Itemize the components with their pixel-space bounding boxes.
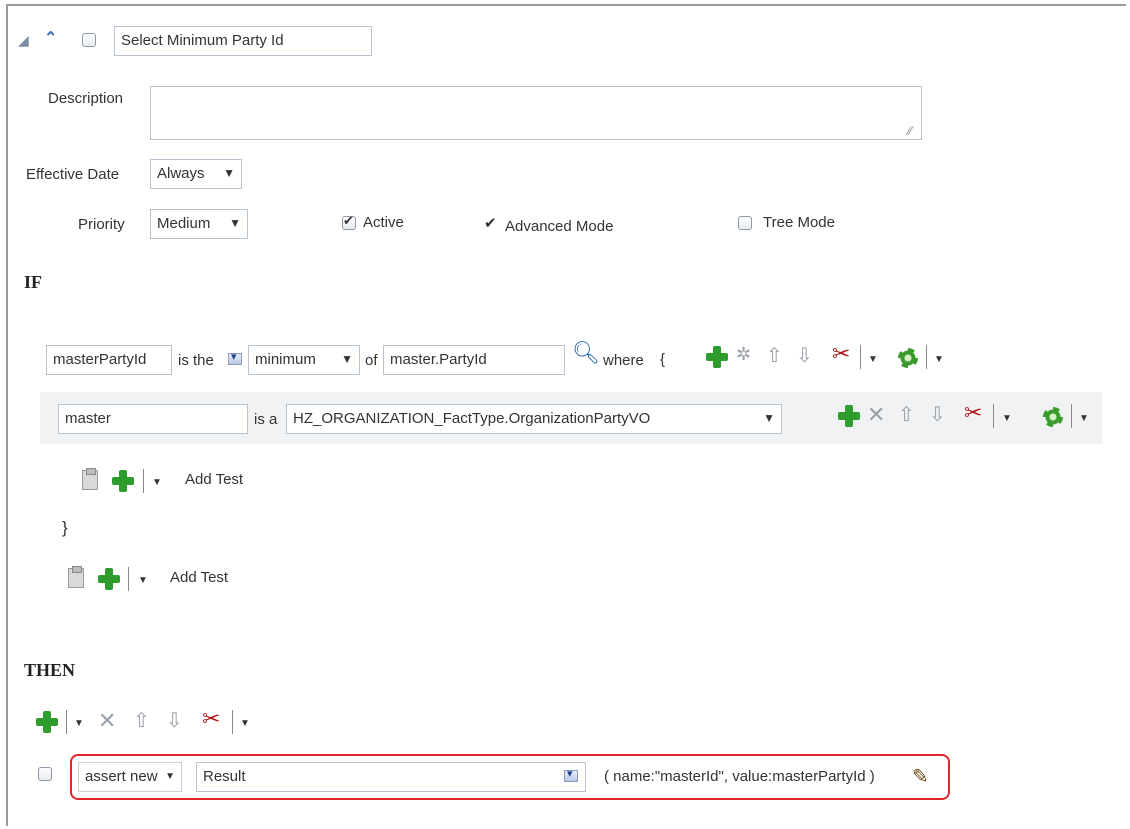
- description-textarea[interactable]: [150, 86, 922, 140]
- up-arrow-icon[interactable]: ⇧: [766, 343, 783, 368]
- then-heading: THEN: [24, 660, 76, 680]
- effective-date-select[interactable]: Always ▼: [150, 159, 242, 189]
- plus-icon[interactable]: [838, 405, 860, 427]
- delete-icon[interactable]: ✕: [98, 708, 116, 734]
- chevron-down-icon[interactable]: ▼: [74, 718, 84, 729]
- variable-name-field[interactable]: masterPartyId: [46, 345, 172, 375]
- target-dropdown-icon[interactable]: [564, 767, 578, 782]
- is-the-label: is the: [178, 352, 214, 369]
- rule-select-checkbox[interactable]: [82, 33, 96, 47]
- advanced-mode-label[interactable]: Advanced Mode: [505, 218, 613, 235]
- priority-select[interactable]: Medium ▼: [150, 209, 248, 239]
- cut-scissors-icon[interactable]: ✂: [832, 341, 850, 367]
- operator-dropdown-icon[interactable]: [228, 350, 242, 365]
- priority-value: Medium: [157, 215, 211, 232]
- edit-pencil-icon[interactable]: ✎: [912, 764, 929, 789]
- chevron-down-icon: ▼: [229, 216, 241, 230]
- plus-icon[interactable]: [706, 346, 728, 368]
- effective-date-value: Always: [157, 165, 205, 182]
- toolbar-separator: [66, 710, 67, 734]
- chevron-down-icon[interactable]: ▼: [240, 718, 250, 729]
- close-brace: }: [62, 518, 68, 537]
- active-checkbox[interactable]: [342, 213, 356, 230]
- paste-clipboard-icon[interactable]: [82, 468, 98, 490]
- action-target-field[interactable]: Result: [196, 762, 586, 792]
- toolbar-separator: [993, 404, 994, 428]
- effective-date-label: Effective Date: [26, 166, 120, 183]
- down-arrow-icon[interactable]: ⇩: [796, 343, 813, 368]
- active-label: Active: [363, 214, 404, 231]
- chevron-down-icon: ▼: [165, 771, 175, 782]
- chevron-down-icon[interactable]: ▼: [138, 575, 148, 586]
- toolbar-separator: [232, 710, 233, 734]
- toolbar-separator: [1071, 404, 1072, 428]
- aggregate-select[interactable]: minimum ▼: [248, 345, 360, 375]
- toolbar-separator: [143, 469, 144, 493]
- add-test-outer-link[interactable]: Add Test: [170, 569, 228, 586]
- tree-mode-checkbox[interactable]: [738, 216, 752, 230]
- collapse-double-chevron-icon[interactable]: ⌃: [44, 28, 57, 48]
- chevron-down-icon[interactable]: ▼: [868, 354, 878, 365]
- aggregate-value: minimum: [255, 351, 316, 368]
- of-expression-field[interactable]: master.PartyId: [383, 345, 565, 375]
- gear-icon[interactable]: [1043, 407, 1063, 427]
- priority-label: Priority: [78, 216, 125, 233]
- open-brace: {: [660, 351, 666, 368]
- toolbar-separator: [926, 345, 927, 369]
- delete-icon[interactable]: ✕: [867, 402, 885, 428]
- chevron-down-icon[interactable]: ▼: [934, 354, 944, 365]
- chevron-down-icon: ▼: [223, 166, 235, 180]
- plus-icon[interactable]: [112, 470, 134, 492]
- up-arrow-icon[interactable]: ⇧: [133, 708, 150, 733]
- cut-scissors-icon[interactable]: ✂: [202, 706, 220, 732]
- paste-clipboard-icon[interactable]: [68, 566, 84, 588]
- fact-variable-field[interactable]: master: [58, 404, 248, 434]
- fact-type-value: HZ_ORGANIZATION_FactType.OrganizationPar…: [293, 410, 651, 427]
- action-type-select[interactable]: assert new ▼: [78, 762, 182, 792]
- description-label: Description: [48, 90, 124, 107]
- toolbar-separator: [860, 345, 861, 369]
- action-select-checkbox[interactable]: [38, 767, 52, 781]
- of-label: of: [365, 352, 378, 369]
- checkmark-icon[interactable]: ✔: [484, 214, 497, 232]
- up-arrow-icon[interactable]: ⇧: [898, 402, 915, 427]
- add-test-inner-link[interactable]: Add Test: [185, 471, 243, 488]
- action-arguments[interactable]: ( name:"masterId", value:masterPartyId ): [604, 768, 875, 785]
- down-arrow-icon[interactable]: ⇩: [929, 402, 946, 427]
- delete-icon[interactable]: ✲: [736, 344, 751, 365]
- plus-icon[interactable]: [98, 568, 120, 590]
- cut-scissors-icon[interactable]: ✂: [964, 400, 982, 426]
- is-a-label: is a: [254, 411, 278, 428]
- chevron-down-icon[interactable]: ▼: [1002, 413, 1012, 424]
- plus-icon[interactable]: [36, 711, 58, 733]
- chevron-down-icon: ▼: [763, 411, 775, 425]
- down-arrow-icon[interactable]: ⇩: [166, 708, 183, 733]
- chevron-down-icon: ▼: [341, 352, 353, 366]
- action-type-value: assert new: [85, 768, 158, 785]
- rule-name-field[interactable]: Select Minimum Party Id: [114, 26, 372, 56]
- if-heading: IF: [24, 272, 42, 292]
- where-label: where: [603, 352, 644, 369]
- fact-type-select[interactable]: HZ_ORGANIZATION_FactType.OrganizationPar…: [286, 404, 782, 434]
- expand-triangle-icon[interactable]: ◢: [18, 32, 29, 49]
- tree-mode-label: Tree Mode: [763, 214, 835, 231]
- search-magnifier-icon[interactable]: 🔍︎: [572, 340, 600, 366]
- chevron-down-icon[interactable]: ▼: [152, 477, 162, 488]
- chevron-down-icon[interactable]: ▼: [1079, 413, 1089, 424]
- gear-icon[interactable]: [898, 348, 918, 368]
- toolbar-separator: [128, 567, 129, 591]
- resize-handle-icon[interactable]: ⁄⁄: [908, 124, 912, 138]
